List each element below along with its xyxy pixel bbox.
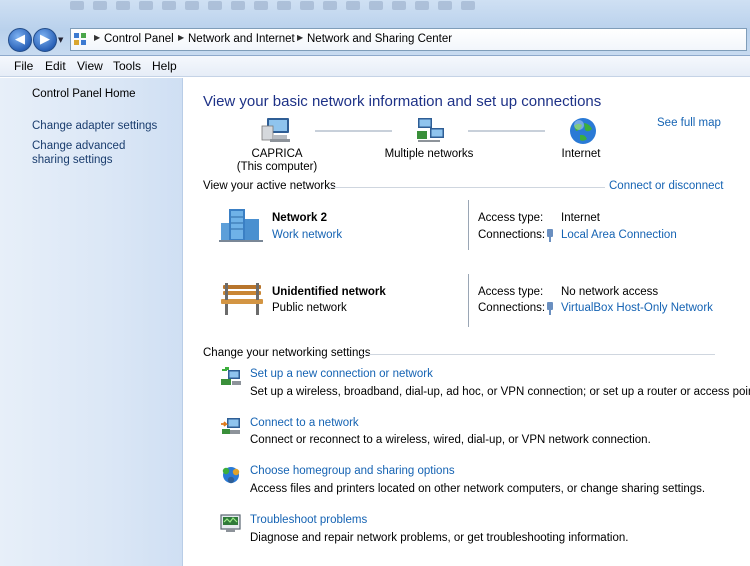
task-description: Set up a wireless, broadband, dial-up, a… — [250, 386, 750, 398]
computer-icon — [261, 118, 290, 142]
network-divider — [468, 200, 469, 250]
breadcrumb-network-sharing-center[interactable]: Network and Sharing Center — [307, 33, 452, 45]
recent-pages-dropdown[interactable]: ▼ — [58, 37, 66, 44]
menu-bar: File Edit View Tools Help — [0, 56, 750, 77]
new-connection-icon — [221, 367, 241, 385]
ethernet-connection-icon — [547, 229, 553, 242]
page-title: View your basic network information and … — [203, 93, 602, 110]
breadcrumb-separator[interactable]: ▶ — [94, 33, 100, 42]
task-title-link[interactable]: Troubleshoot problems — [250, 514, 367, 526]
network-type-link[interactable]: Work network — [272, 229, 342, 241]
see-full-map-link[interactable]: See full map — [657, 117, 721, 129]
connection-link-virtualbox[interactable]: VirtualBox Host-Only Network — [561, 302, 713, 314]
internet-label: Internet — [561, 148, 601, 160]
homegroup-icon — [222, 467, 240, 484]
task-title-link[interactable]: Set up a new connection or network — [250, 368, 433, 380]
connections-label: Connections: — [478, 302, 546, 314]
address-bar[interactable]: ▶ Control Panel ▶ Network and Internet ▶… — [70, 28, 747, 51]
control-panel-icon — [74, 33, 88, 47]
network-divider — [468, 274, 469, 327]
access-type-label: Access type: — [478, 286, 544, 298]
connect-network-icon — [221, 418, 240, 434]
map-link-line — [315, 130, 392, 132]
public-network-bench-icon — [221, 283, 263, 315]
address-bar-region: ◀ ▶ ▼ ▶ Control Panel ▶ Network and Inte… — [0, 0, 750, 56]
task-description: Connect or reconnect to a wireless, wire… — [250, 434, 651, 446]
sidebar-item-change-adapter-settings[interactable]: Change adapter settings — [32, 119, 157, 133]
menu-edit[interactable]: Edit — [45, 59, 66, 73]
access-type-label: Access type: — [478, 212, 544, 224]
menu-tools[interactable]: Tools — [113, 59, 141, 73]
breadcrumb-control-panel[interactable]: Control Panel — [104, 33, 174, 45]
task-description: Access files and printers located on oth… — [250, 483, 706, 495]
task-sidebar: Control Panel Home Change adapter settin… — [0, 78, 183, 566]
forward-button[interactable]: ▶ — [33, 28, 57, 52]
network-name: Unidentified network — [272, 286, 386, 298]
main-content: View your basic network information and … — [183, 78, 750, 566]
access-type-value: Internet — [561, 212, 600, 224]
task-title-link[interactable]: Choose homegroup and sharing options — [250, 465, 455, 477]
breadcrumb-separator[interactable]: ▶ — [297, 33, 303, 42]
menu-view[interactable]: View — [77, 59, 103, 73]
computer-subtitle: (This computer) — [236, 161, 318, 173]
menu-file[interactable]: File — [14, 59, 33, 73]
network-type-label: Public network — [272, 302, 347, 314]
internet-globe-icon — [570, 118, 596, 144]
connections-label: Connections: — [478, 229, 546, 241]
troubleshoot-icon — [220, 514, 241, 532]
sidebar-item-change-advanced-sharing[interactable]: Change advanced sharing settings — [32, 139, 152, 167]
multiple-networks-label: Multiple networks — [384, 148, 474, 160]
menu-help[interactable]: Help — [152, 59, 177, 73]
sidebar-item-control-panel-home[interactable]: Control Panel Home — [32, 87, 136, 101]
multiple-networks-icon — [417, 118, 444, 142]
active-networks-header: View your active networks — [203, 180, 340, 192]
breadcrumb-separator[interactable]: ▶ — [178, 33, 184, 42]
network-name: Network 2 — [272, 212, 327, 224]
task-title-link[interactable]: Connect to a network — [250, 417, 359, 429]
connect-or-disconnect-link[interactable]: Connect or disconnect — [609, 180, 723, 192]
connection-link-local-area[interactable]: Local Area Connection — [561, 229, 677, 241]
access-type-value: No network access — [561, 286, 659, 298]
section-divider — [329, 187, 605, 188]
computer-name: CAPRICA — [251, 148, 303, 160]
title-strip — [70, 0, 510, 12]
task-description: Diagnose and repair network problems, or… — [250, 532, 629, 544]
map-link-line — [468, 130, 545, 132]
back-button[interactable]: ◀ — [8, 28, 32, 52]
breadcrumb-network-and-internet[interactable]: Network and Internet — [188, 33, 295, 45]
settings-header: Change your networking settings — [203, 347, 375, 359]
ethernet-connection-icon — [547, 302, 553, 315]
section-divider — [363, 354, 715, 355]
work-network-icon — [219, 209, 263, 242]
